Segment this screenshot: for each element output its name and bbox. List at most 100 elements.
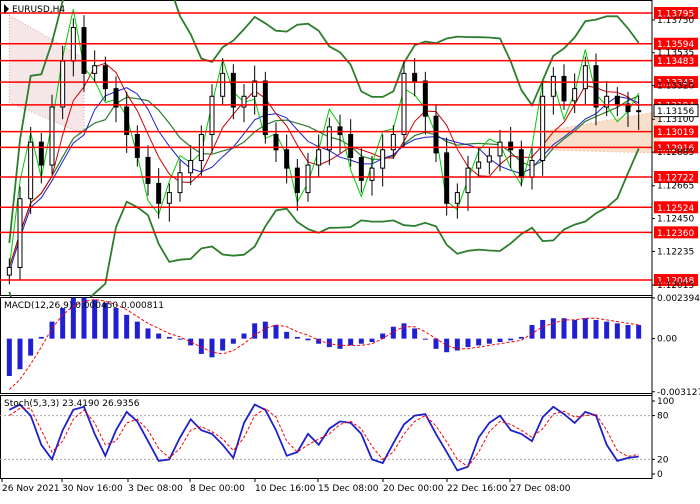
stoch-y-tick-label: 100 [657,397,674,407]
candle-body [156,182,162,204]
stoch-y-tick-label: 80 [657,412,669,422]
candle-body [38,141,44,166]
y-tick-label: 1.12450 [657,215,694,225]
macd-bar [305,338,311,341]
macd-bar [166,336,172,339]
macd-bar [358,338,364,344]
macd-bar [156,333,162,339]
macd-bar [209,338,215,358]
macd-bar [540,319,546,339]
macd-bar [38,336,44,339]
candle-body [220,72,226,97]
macd-bar [273,325,279,339]
candle-body [326,126,332,151]
candle-body [444,152,450,204]
candle-body [262,80,268,136]
macd-bar [518,336,524,339]
candle-body [209,95,215,136]
macd-panel: MACD(12,26,9) 0.000450 0.000811 [0,297,653,394]
y-tick-label: 1.12665 [657,182,694,192]
macd-bar [188,338,194,346]
macd-bar [17,338,23,370]
current-price-label: 1.13156 [657,107,694,117]
x-tick-label: 15 Dec 08:00 [318,484,379,494]
macd-y-tick-label: 0.00 [657,335,677,345]
candle-body [497,141,503,157]
macd-y-tick-label: 0.002394 [657,294,700,304]
macd-bar [28,338,34,356]
macd-bar [486,338,492,344]
candle-body [92,65,98,74]
macd-bar [348,338,354,346]
candle-body [572,88,578,102]
y-tick-label: 1.12015 [657,281,694,291]
candle-body [145,156,151,184]
candle-body [582,65,588,90]
candle-body [486,155,492,163]
macd-bar [508,338,514,341]
stoch-y-tick-label: 0 [657,470,663,480]
macd-bar [433,338,439,349]
candle-body [230,72,236,108]
candle-body [28,141,34,200]
macd-bar [6,338,12,377]
candle-body [614,95,620,105]
macd-bar [284,331,290,339]
macd-bar [60,308,66,339]
chart-root: EURUSD,H4 MACD(12,26,9) 0.000450 0.00081… [0,0,700,500]
macd-bar [177,338,183,340]
macd-bar [444,338,450,353]
candle-body [188,159,194,174]
macd-bar [561,318,567,339]
candle-body [294,167,300,194]
candle-body [636,110,642,113]
macd-bar [198,338,204,354]
candle-body [454,192,460,204]
candle-body [337,126,343,136]
candle-body [284,149,290,169]
macd-bar [294,336,300,339]
candle-body [476,161,482,169]
macd-bar [476,338,482,346]
macd-bar [422,338,428,340]
x-tick-label: 22 Dec 16:00 [447,484,508,494]
main-title: EURUSD,H4 [12,5,65,15]
candle-body [6,266,12,276]
macd-bar [550,318,556,339]
y-tick-label: 1.13750 [657,16,694,26]
candle-body [422,80,428,117]
candle-body [561,75,567,102]
candle-body [380,149,386,169]
main-panel: EURUSD,H4 [0,0,661,331]
macd-bar [465,338,471,348]
x-tick-label: 20 Dec 00:00 [383,484,444,494]
y-tick-label: 1.12885 [657,148,694,158]
candle-body [412,72,418,82]
macd-bar [401,323,407,339]
chart-svg: EURUSD,H4 MACD(12,26,9) 0.000450 0.00081… [0,0,700,494]
macd-bar [582,318,588,339]
x-tick-label: 8 Dec 00:00 [190,484,245,494]
macd-bar [262,321,268,339]
x-tick-label: 27 Dec 08:00 [510,484,571,494]
candle-body [550,75,556,97]
macd-bar [412,328,418,339]
macd-bar [113,308,119,339]
candle-body [369,167,375,181]
candle-body [593,65,599,108]
level-label: 1.12524 [657,204,694,214]
macd-bar [337,338,343,349]
macd-bar [252,323,258,339]
stoch-panel: Stoch(5,3,3) 23.4190 26.9356 [0,395,653,479]
macd-bar [497,338,503,343]
x-tick-label: 30 Nov 16:00 [62,484,123,494]
x-tick-label: 10 Dec 16:00 [255,484,316,494]
macd-bar [529,325,535,339]
macd-bar [49,321,55,339]
macd-title: MACD(12,26,9) 0.000450 0.000811 [4,301,164,311]
candle-body [124,106,130,136]
candle-body [465,167,471,194]
level-label: 1.12360 [657,229,694,239]
macd-bar [604,321,610,339]
candle-body [252,80,258,97]
